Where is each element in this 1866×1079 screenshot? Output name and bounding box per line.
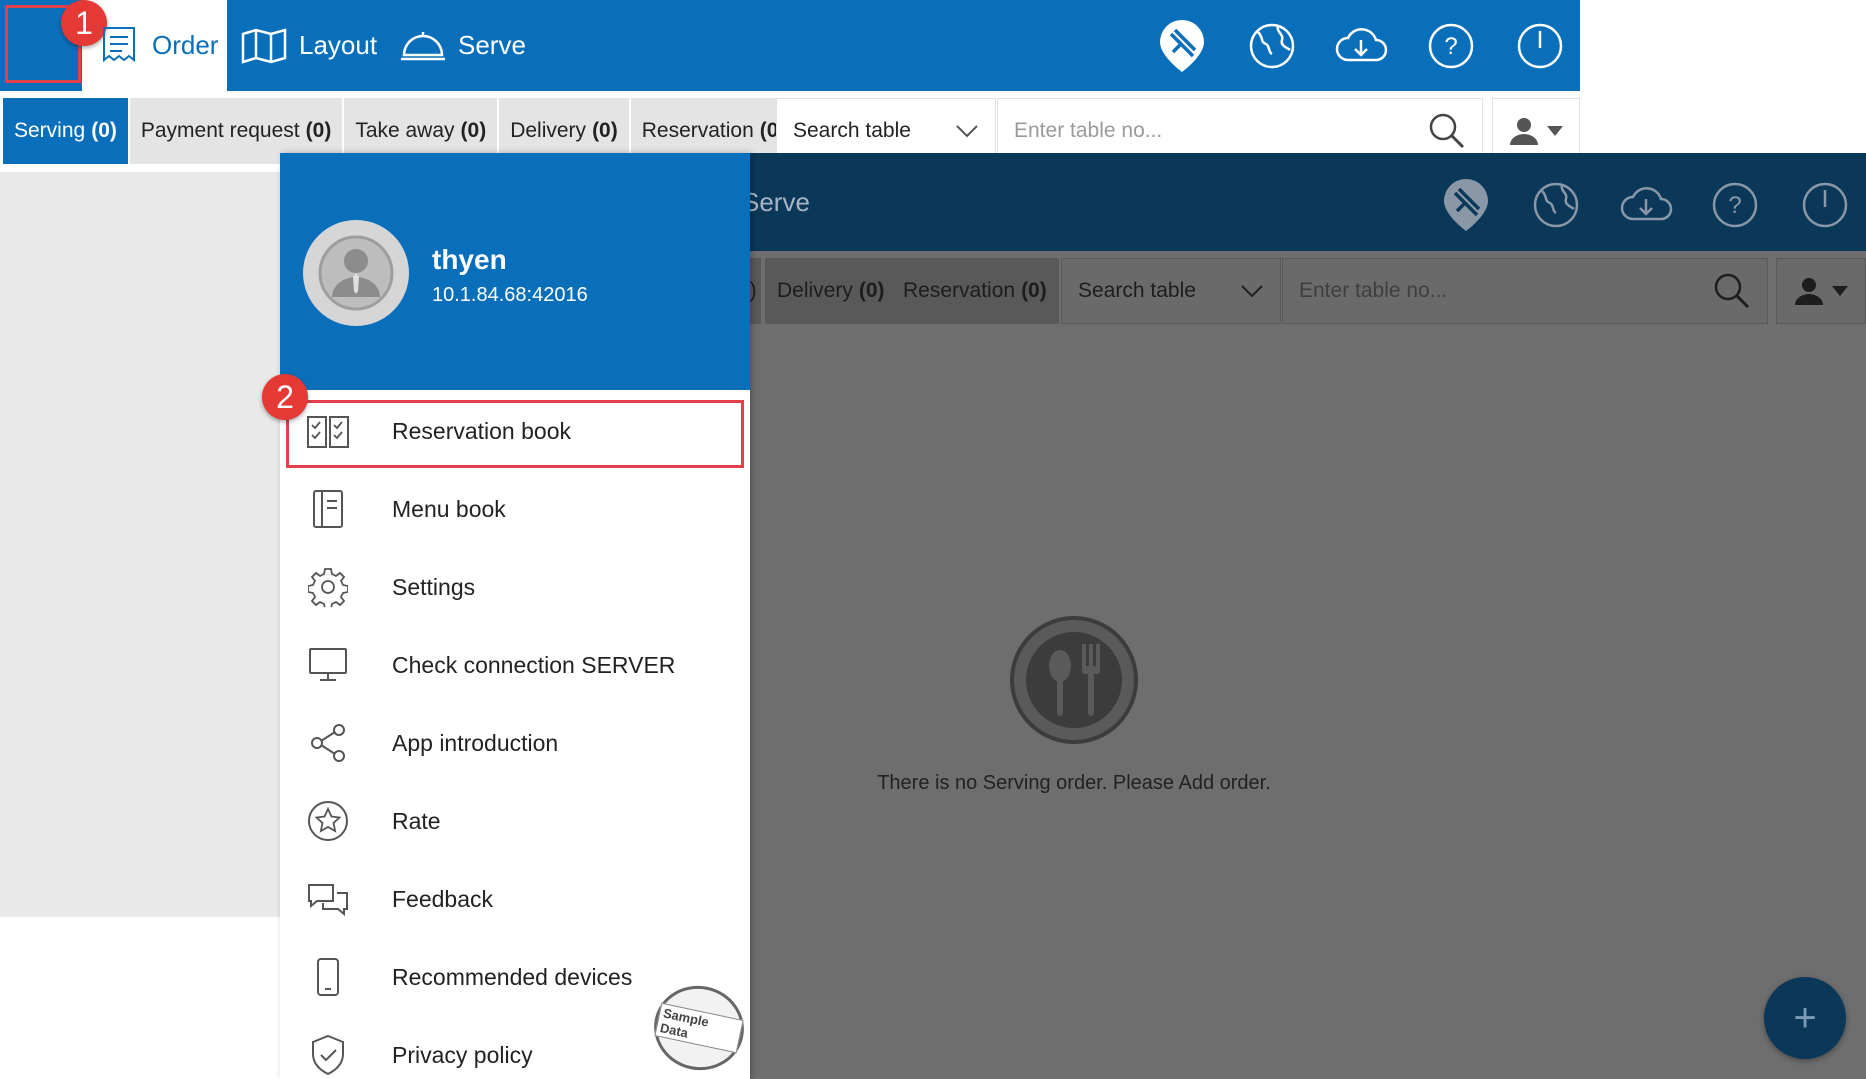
menu-item-menu-book[interactable]: Menu book xyxy=(280,470,750,548)
menu-item-check-connection-label: Check connection SERVER xyxy=(392,651,676,678)
overlay-tab-reservation-label: Reservation xyxy=(903,279,1016,302)
svg-text:?: ? xyxy=(1728,192,1741,219)
overlay-search-table-select[interactable]: Search table xyxy=(1061,258,1281,324)
menu-item-menu-book-label: Menu book xyxy=(392,495,506,522)
menu-item-check-connection[interactable]: Check connection SERVER xyxy=(280,626,750,704)
overlay-tab-reservation[interactable]: Reservation (0) xyxy=(891,258,1059,324)
nav-order[interactable]: Order xyxy=(100,0,218,91)
tab-reservation-label: Reservation xyxy=(641,119,754,142)
location-pin-icon xyxy=(1444,179,1488,231)
menu-item-feedback[interactable]: Feedback xyxy=(280,860,750,938)
overlay-table-number-placeholder: Enter table no... xyxy=(1299,279,1448,302)
map-icon xyxy=(241,27,287,64)
globe-icon xyxy=(1533,182,1579,228)
search-table-select-label: Search table xyxy=(793,119,911,142)
overlay-user-menu-button[interactable] xyxy=(1776,258,1866,324)
chat-icon xyxy=(306,879,350,919)
phone-icon xyxy=(306,957,350,997)
overlay-search-table-label: Search table xyxy=(1078,279,1196,302)
step-2-badge: 2 xyxy=(262,374,308,420)
menu-item-settings-label: Settings xyxy=(392,573,476,600)
location-pin-icon xyxy=(1160,20,1204,72)
overlay-location-pin-button[interactable] xyxy=(1437,176,1495,234)
cloud-download-icon xyxy=(1335,28,1388,62)
overlay-serve-label: Serve xyxy=(742,187,810,217)
plus-icon: + xyxy=(1793,995,1817,1040)
empty-state-message: There is no Serving order. Please Add or… xyxy=(877,772,1271,794)
tab-payment-request-count: (0) xyxy=(305,119,332,142)
tab-take-away-count: (0) xyxy=(460,119,487,142)
globe-icon xyxy=(1249,23,1295,69)
tab-payment-request-label: Payment request xyxy=(140,119,300,142)
overlay-help-button[interactable]: ? xyxy=(1706,176,1764,234)
search-icon xyxy=(1714,273,1750,309)
overlay-tab-reservation-count: (0) xyxy=(1021,279,1047,302)
tab-serving-count: (0) xyxy=(91,119,117,142)
nav-serve-label: Serve xyxy=(458,30,526,60)
overlay-cloud-download-button[interactable] xyxy=(1617,176,1675,234)
content-area xyxy=(0,172,280,917)
tab-take-away-label: Take away xyxy=(355,119,455,142)
cloud-download-button[interactable] xyxy=(1332,17,1390,75)
user-icon xyxy=(1795,278,1823,305)
nav-layout[interactable]: Layout xyxy=(241,0,377,91)
drawer-server-address: 10.1.84.68:42016 xyxy=(432,284,588,306)
nav-serve[interactable]: Serve xyxy=(400,0,526,91)
power-button[interactable] xyxy=(1511,17,1569,75)
power-icon xyxy=(1802,182,1848,228)
help-icon: ? xyxy=(1428,23,1474,69)
receipt-icon xyxy=(103,26,135,62)
chevron-down-icon xyxy=(956,125,978,138)
gear-icon xyxy=(306,567,350,607)
location-pin-button[interactable] xyxy=(1153,17,1211,75)
power-icon xyxy=(1517,23,1563,69)
tab-serving[interactable]: Serving (0) xyxy=(3,98,128,164)
search-icon xyxy=(1429,113,1465,149)
overlay-table-number-input[interactable]: Enter table no... xyxy=(1282,258,1768,324)
menu-item-rate[interactable]: Rate xyxy=(280,782,750,860)
hamburger-icon xyxy=(23,30,63,57)
empty-state-dish-icon xyxy=(1008,614,1140,746)
menu-book-icon xyxy=(306,489,350,529)
menu-item-feedback-label: Feedback xyxy=(392,885,494,912)
caret-down-icon xyxy=(1547,126,1563,136)
star-icon xyxy=(306,801,350,841)
menu-item-app-introduction[interactable]: App introduction xyxy=(280,704,750,782)
menu-item-app-introduction-label: App introduction xyxy=(392,729,559,756)
overlay-tab-delivery[interactable]: Delivery (0) xyxy=(765,258,897,324)
monitor-icon xyxy=(306,645,350,685)
menu-item-settings[interactable]: Settings xyxy=(280,548,750,626)
nav-order-label: Order xyxy=(152,30,219,60)
cloud-download-icon xyxy=(1620,187,1673,221)
globe-button[interactable] xyxy=(1243,17,1301,75)
overlay-power-button[interactable] xyxy=(1796,176,1854,234)
menu-item-rate-label: Rate xyxy=(392,807,441,834)
help-button[interactable]: ? xyxy=(1422,17,1480,75)
menu-item-privacy-policy-label: Privacy policy xyxy=(392,1041,533,1068)
shield-icon xyxy=(306,1034,350,1076)
menu-item-recommended-devices-label: Recommended devices xyxy=(392,963,633,990)
svg-text:?: ? xyxy=(1444,33,1457,60)
drawer-user-name: thyen xyxy=(432,244,507,275)
add-order-button[interactable]: + xyxy=(1764,977,1846,1059)
chevron-down-icon xyxy=(1241,285,1263,298)
nav-layout-label: Layout xyxy=(299,30,378,60)
user-icon xyxy=(1510,118,1538,145)
help-icon: ? xyxy=(1712,182,1758,228)
share-icon xyxy=(306,723,350,763)
reservation-book-highlight xyxy=(286,400,744,468)
tab-serving-label: Serving xyxy=(14,119,86,142)
overlay-globe-button[interactable] xyxy=(1527,176,1585,234)
caret-down-icon xyxy=(1832,286,1848,296)
table-number-placeholder: Enter table no... xyxy=(1014,119,1163,142)
overlay-tab-delivery-count: (0) xyxy=(858,279,885,302)
watermark-label: Sample Data xyxy=(654,1002,744,1054)
overlay-tab-delivery-label: Delivery xyxy=(777,279,853,302)
avatar-icon xyxy=(318,235,394,311)
tab-delivery-label: Delivery xyxy=(510,119,587,142)
tab-delivery-count: (0) xyxy=(592,119,618,142)
cloche-icon xyxy=(401,31,445,60)
avatar xyxy=(303,220,409,326)
